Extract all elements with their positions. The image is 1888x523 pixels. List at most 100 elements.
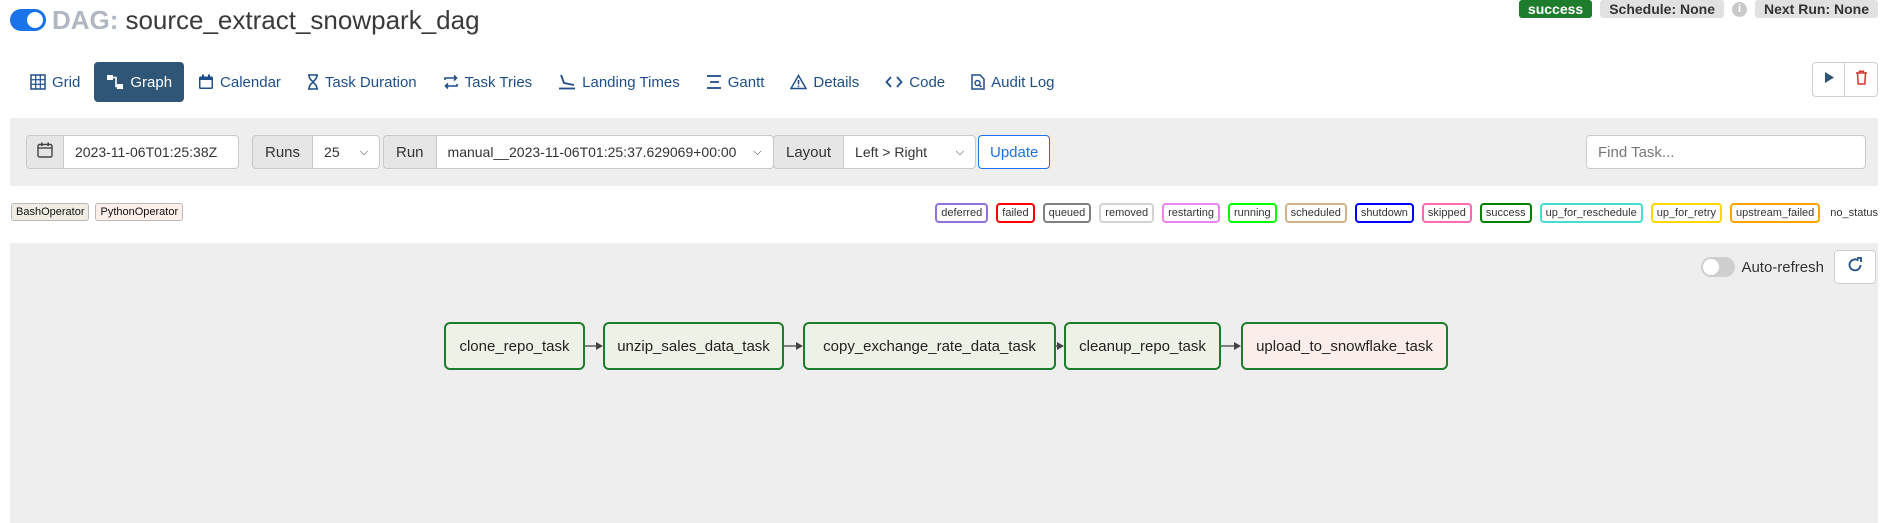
state-chip-no-status[interactable]: no_status [1828,207,1878,219]
chevron-down-icon: ⌵ [753,145,762,158]
dag-state-badge: success [1518,0,1593,18]
gantt-icon [706,74,722,90]
tab-gantt[interactable]: Gantt [694,62,777,102]
tab-label: Grid [52,73,81,91]
task-node-upload-to-snowflake-task[interactable]: upload_to_snowflake_task [1241,322,1448,370]
edge-arrow [1057,342,1064,350]
chevron-down-icon: ⌵ [955,145,965,158]
dag-prefix: DAG: [52,4,119,35]
date-input[interactable]: 2023-11-06T01:25:38Z [63,135,239,169]
chevron-down-icon: ⌵ [359,145,369,158]
play-icon [1823,71,1835,89]
edge-arrow [596,342,603,350]
warning-triangle-icon [790,74,808,90]
task-node-copy-exchange-rate-data-task[interactable]: copy_exchange_rate_data_task [803,322,1056,370]
graph-canvas[interactable]: Auto-refresh clone_repo_task unzip_sales_… [10,243,1878,523]
state-chip-up-for-retry[interactable]: up_for_retry [1650,203,1723,223]
header-badges: success Schedule: None i Next Run: None [1518,0,1878,18]
layout-filter: Layout Left > Right ⌵ [773,135,977,169]
state-legend: deferred failed queued removed restarting run… [935,203,1878,223]
graph-edges [585,342,1241,350]
edge-arrow [1234,342,1241,350]
landing-icon [558,74,576,90]
tab-code[interactable]: Code [873,62,957,102]
operator-legend: BashOperator PythonOperator [11,203,184,221]
tab-grid[interactable]: Grid [18,62,92,102]
audit-log-icon [971,74,985,90]
tab-landing-times[interactable]: Landing Times [546,62,692,102]
tab-label: Graph [130,73,173,91]
grid-icon [30,74,46,90]
update-button[interactable]: Update [978,135,1051,169]
state-chip-shutdown[interactable]: shutdown [1354,203,1414,223]
state-chip-removed[interactable]: removed [1099,203,1155,223]
tab-label: Code [909,73,946,91]
date-filter: 2023-11-06T01:25:38Z [26,135,239,169]
filter-bar: 2023-11-06T01:25:38Z Runs 25 ⌵ Run manua… [10,118,1878,186]
state-chip-success[interactable]: success [1479,203,1532,223]
state-chip-restarting[interactable]: restarting [1162,203,1220,223]
toggle-switch[interactable] [1701,257,1736,277]
task-node-clone-repo-task[interactable]: clone_repo_task [444,322,585,370]
auto-refresh-toggle[interactable]: Auto-refresh [1701,257,1824,277]
state-chip-skipped[interactable]: skipped [1421,203,1472,223]
date-picker-button[interactable] [26,135,63,169]
tab-task-tries[interactable]: Task Tries [431,62,545,102]
schedule-badge: Schedule: None [1600,0,1724,18]
tab-graph[interactable]: Graph [94,62,185,102]
edge-arrow [796,342,803,350]
trigger-dag-button[interactable] [1812,62,1845,97]
operator-chip[interactable]: BashOperator [11,203,90,221]
view-tabs: Grid Graph Calendar Task Duration Task T… [18,62,1069,102]
state-chip-queued[interactable]: queued [1042,203,1092,223]
runs-filter: Runs 25 ⌵ [252,135,381,169]
operator-chip[interactable]: PythonOperator [95,203,184,221]
tab-label: Calendar [220,73,281,91]
info-icon[interactable]: i [1732,1,1747,17]
refresh-icon [1847,256,1863,278]
dag-header: DAG: source_extract_snowpark_dag [10,4,480,36]
runs-label: Runs [252,135,313,169]
tab-label: Audit Log [991,73,1055,91]
dag-actions [1812,62,1878,97]
auto-refresh-label: Auto-refresh [1741,258,1824,276]
delete-dag-button[interactable] [1845,62,1878,97]
calendar-icon [37,142,53,162]
find-task-input[interactable] [1586,135,1866,169]
state-chip-failed[interactable]: failed [996,203,1035,223]
code-icon [885,75,903,89]
tab-calendar[interactable]: Calendar [186,62,293,102]
run-select[interactable]: manual__2023-11-06T01:25:37.629069+00:00… [435,135,774,169]
state-chip-upstream-failed[interactable]: upstream_failed [1730,203,1821,223]
tab-label: Gantt [727,73,765,91]
tab-audit-log[interactable]: Audit Log [959,62,1066,102]
dag-title: source_extract_snowpark_dag [125,4,480,35]
task-node-unzip-sales-data-task[interactable]: unzip_sales_data_task [603,322,784,370]
graph-icon [106,74,124,90]
layout-select[interactable]: Left > Right ⌵ [843,135,977,169]
dag-pause-toggle[interactable] [10,9,46,31]
tab-details[interactable]: Details [778,62,871,102]
state-chip-deferred[interactable]: deferred [935,203,989,223]
retry-icon [443,74,459,90]
run-value: manual__2023-11-06T01:25:37.629069+00:00 [447,144,737,160]
tab-label: Task Duration [324,73,417,91]
state-chip-running[interactable]: running [1227,203,1277,223]
runs-value: 25 [324,144,340,160]
state-chip-scheduled[interactable]: scheduled [1284,203,1347,223]
tab-label: Task Tries [464,73,533,91]
task-node-cleanup-repo-task[interactable]: cleanup_repo_task [1064,322,1221,370]
run-filter: Run manual__2023-11-06T01:25:37.629069+0… [383,135,774,169]
trash-icon [1855,69,1868,90]
tab-label: Landing Times [582,73,680,91]
tab-task-duration[interactable]: Task Duration [295,62,429,102]
next-run-badge: Next Run: None [1755,0,1878,18]
hourglass-icon [307,74,319,90]
runs-select[interactable]: 25 ⌵ [312,135,381,169]
state-chip-up-for-reschedule[interactable]: up_for_reschedule [1539,203,1643,223]
refresh-button[interactable] [1834,250,1876,284]
layout-value: Left > Right [855,144,928,160]
calendar-icon [198,74,214,90]
layout-label: Layout [773,135,844,169]
run-label: Run [383,135,436,169]
